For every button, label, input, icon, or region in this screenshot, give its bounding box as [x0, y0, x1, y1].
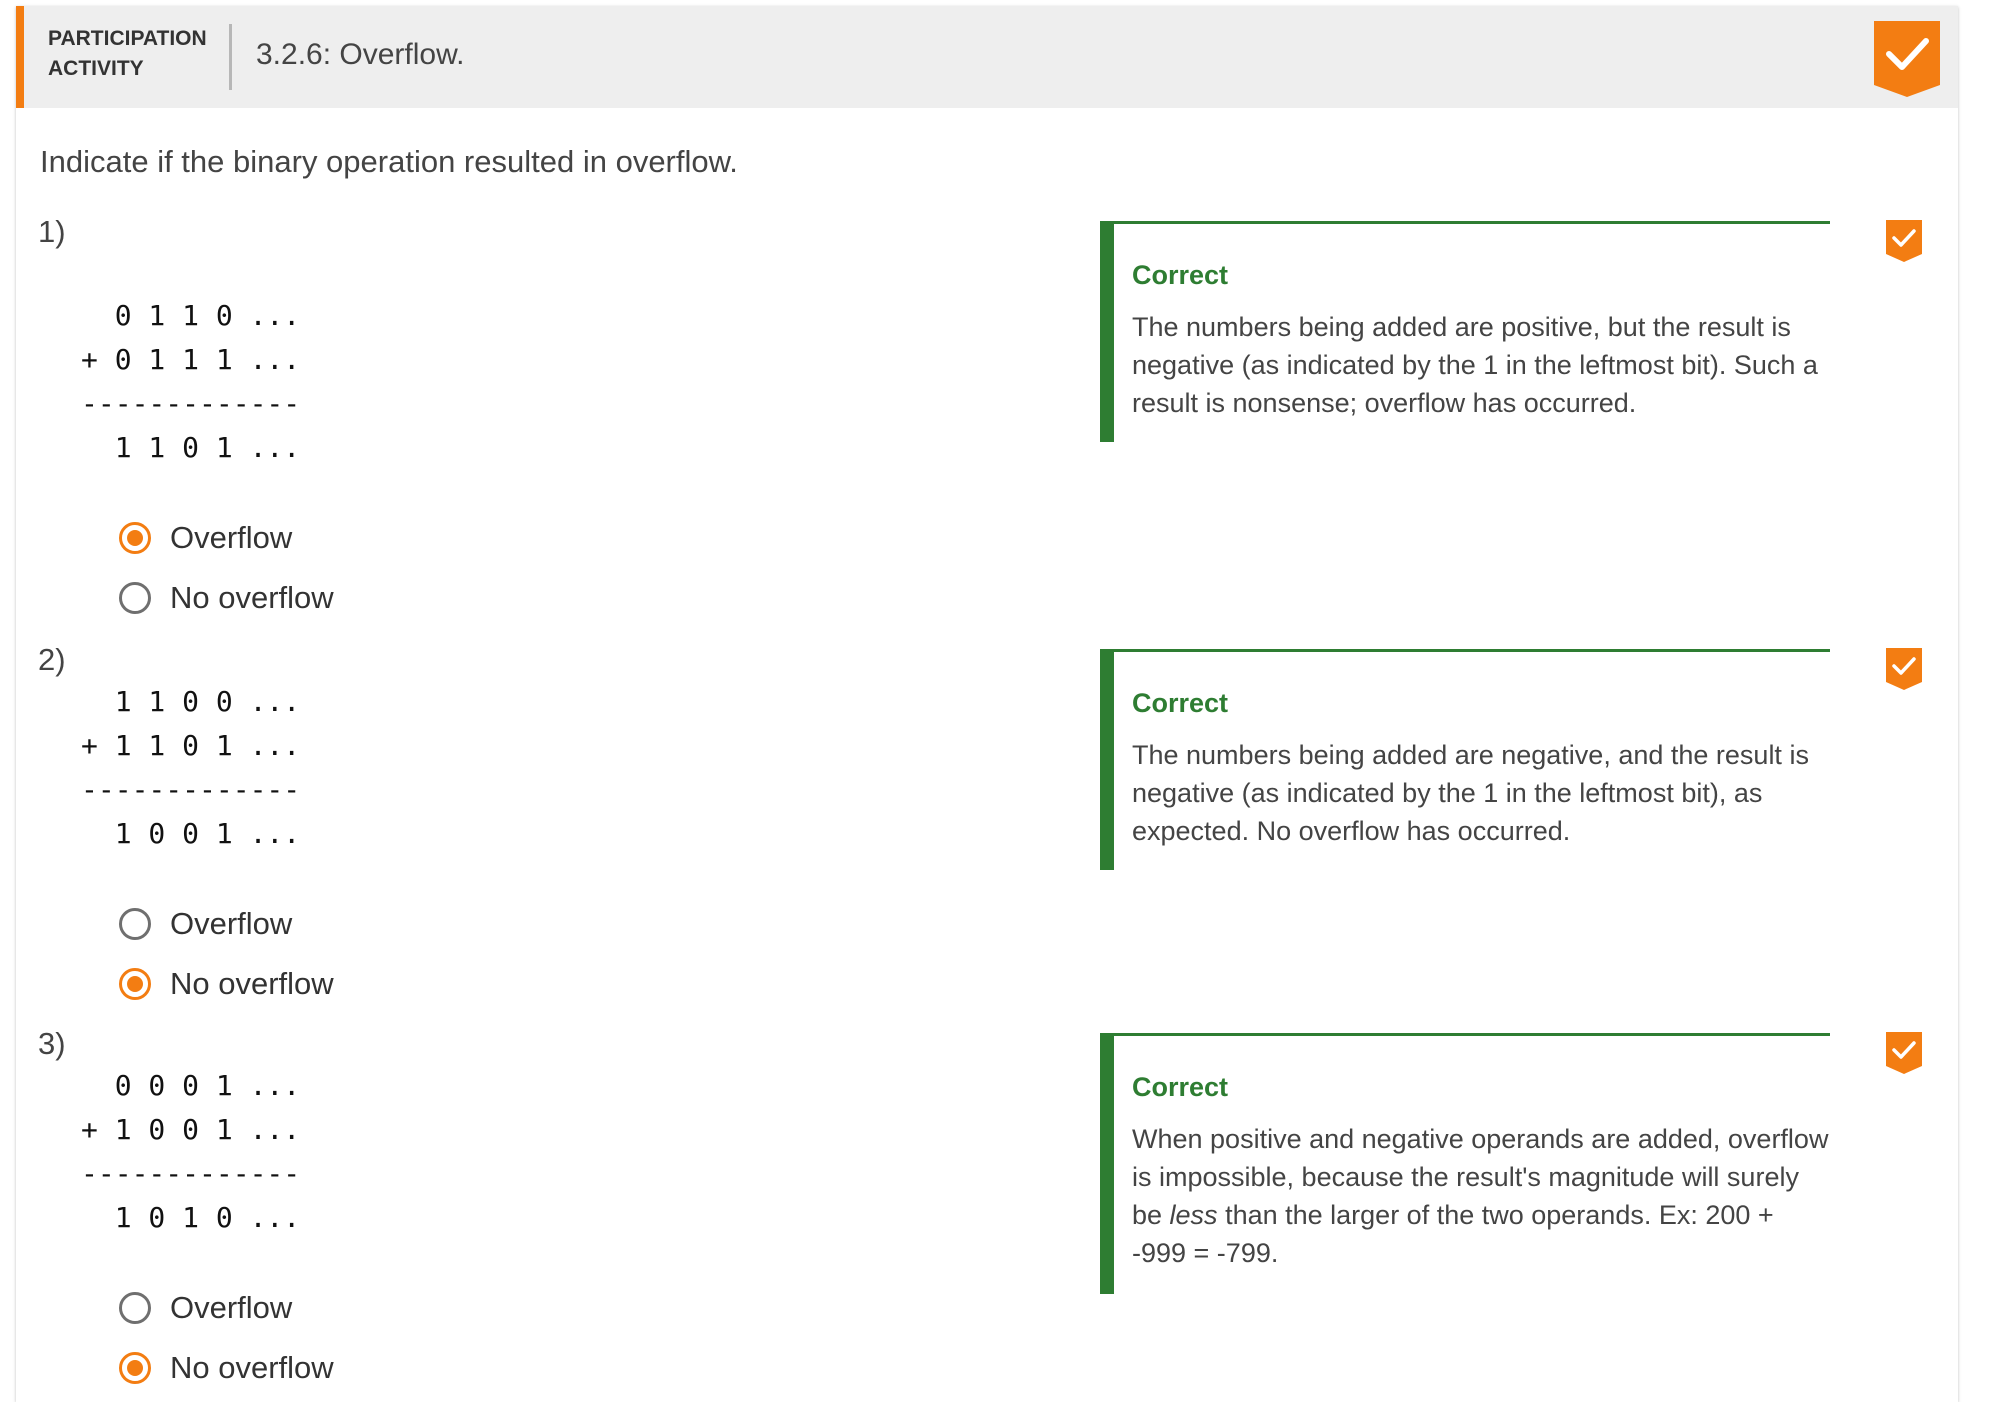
question-number: 1) [38, 214, 66, 249]
choice-overflow[interactable]: Overflow [119, 904, 292, 944]
question-complete-check-icon [1886, 1032, 1922, 1074]
feedback-explanation: The numbers being added are negative, an… [1132, 740, 1809, 846]
question-3: 3) 0 0 0 1 ... + 1 0 0 1 ... -----------… [16, 1026, 1958, 1402]
question-number: 2) [38, 642, 66, 677]
participation-activity-card: PARTICIPATION ACTIVITY 3.2.6: Overflow. … [16, 6, 1958, 1402]
radio-unselected-icon[interactable] [119, 1292, 151, 1324]
radio-selected-icon[interactable] [119, 968, 151, 1000]
question-2: 2) 1 1 0 0 ... + 1 1 0 1 ... -----------… [16, 642, 1958, 1022]
header-accent-bar [16, 6, 24, 108]
choice-label: No overflow [170, 966, 334, 1001]
feedback-text-emphasis: less [1169, 1200, 1218, 1230]
activity-complete-check-icon [1874, 21, 1940, 97]
choice-overflow[interactable]: Overflow [119, 1288, 292, 1328]
choice-overflow[interactable]: Overflow [119, 518, 292, 558]
feedback-panel: Correct The numbers being added are nega… [1100, 649, 1830, 870]
choice-label: Overflow [170, 520, 293, 555]
activity-header: PARTICIPATION ACTIVITY 3.2.6: Overflow. [16, 6, 1958, 108]
feedback-heading: Correct [1132, 1072, 1229, 1102]
question-complete-check-icon [1886, 220, 1922, 262]
binary-arithmetic: 0 0 0 1 ... + 1 0 0 1 ... ------------- … [81, 1069, 301, 1234]
binary-arithmetic: 1 1 0 0 ... + 1 1 0 1 ... ------------- … [81, 685, 301, 850]
feedback-explanation: When positive and negative operands are … [1132, 1120, 1832, 1272]
question-number: 3) [38, 1026, 66, 1061]
radio-selected-icon[interactable] [119, 1352, 151, 1384]
feedback-panel: Correct When positive and negative opera… [1100, 1033, 1830, 1294]
choice-label: No overflow [170, 580, 334, 615]
activity-prompt: Indicate if the binary operation resulte… [40, 144, 738, 179]
activity-title: 3.2.6: Overflow. [256, 38, 465, 71]
choice-label: Overflow [170, 1290, 293, 1325]
feedback-heading: Correct [1132, 260, 1229, 290]
choice-label: Overflow [170, 906, 293, 941]
header-divider [229, 24, 232, 90]
feedback-explanation: The numbers being added are positive, bu… [1132, 312, 1818, 418]
feedback-panel: Correct The numbers being added are posi… [1100, 221, 1830, 442]
question-1: 1) 0 1 1 0 ... + 0 1 1 1 ... -----------… [16, 214, 1958, 615]
feedback-text-after: than the larger of the two operands. Ex:… [1132, 1200, 1774, 1268]
choice-no-overflow[interactable]: No overflow [119, 1348, 334, 1388]
choice-no-overflow[interactable]: No overflow [119, 578, 334, 618]
choice-label: No overflow [170, 1350, 334, 1385]
binary-arithmetic: 0 1 1 0 ... + 0 1 1 1 ... ------------- … [81, 299, 301, 464]
activity-type-label: PARTICIPATION ACTIVITY [48, 27, 207, 80]
question-complete-check-icon [1886, 648, 1922, 690]
radio-unselected-icon[interactable] [119, 582, 151, 614]
feedback-heading: Correct [1132, 688, 1229, 718]
radio-selected-icon[interactable] [119, 522, 151, 554]
choice-no-overflow[interactable]: No overflow [119, 964, 334, 1004]
radio-unselected-icon[interactable] [119, 908, 151, 940]
